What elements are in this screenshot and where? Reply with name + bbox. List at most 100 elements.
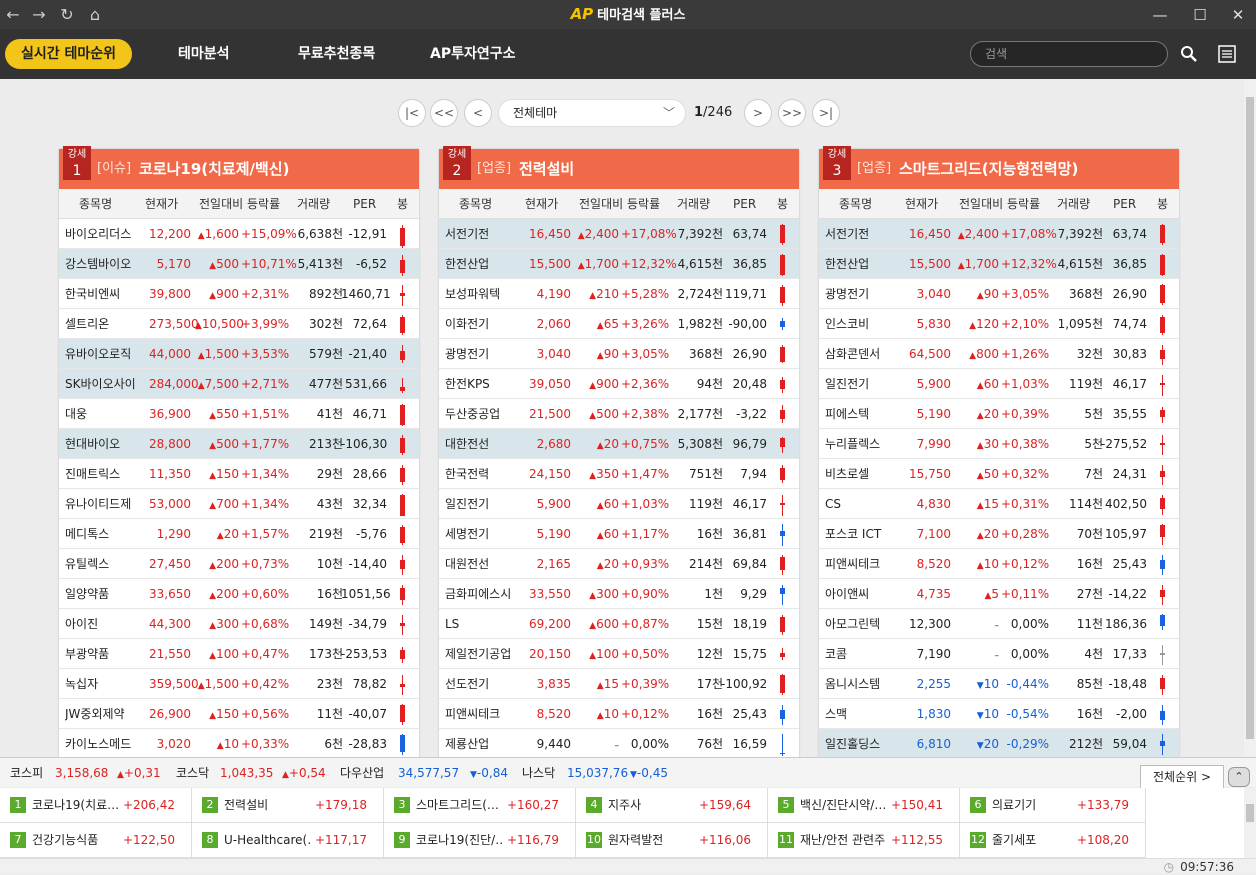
table-row[interactable]: 광명전기 3,040 ▲90 +3,05% 368천 26,90: [439, 339, 799, 369]
table-row[interactable]: 유바이오로직 44,000 ▲1,500 +3,53% 579천 -21,40: [59, 339, 419, 369]
rank-theme-name[interactable]: 줄기세포: [992, 823, 1080, 857]
table-row[interactable]: 피앤씨테크 8,520 ▲10 +0,12% 16천 25,43: [819, 549, 1179, 579]
table-row[interactable]: 비츠로셀 15,750 ▲50 +0,32% 7천 24,31: [819, 459, 1179, 489]
stock-name[interactable]: 한국전력: [445, 459, 531, 489]
menu-ap-research[interactable]: AP투자연구소: [430, 39, 516, 69]
menu-list-icon[interactable]: [1218, 45, 1236, 63]
table-row[interactable]: 누리플렉스 7,990 ▲30 +0,38% 5천 -275,52: [819, 429, 1179, 459]
rank-item[interactable]: 2 전력설비 +179,18: [192, 788, 384, 823]
rank-theme-name[interactable]: 원자력발전: [608, 823, 696, 857]
table-row[interactable]: 한국비엔씨 39,800 ▲900 +2,31% 892천 1460,71: [59, 279, 419, 309]
stock-name[interactable]: 서전기전: [825, 219, 911, 249]
stock-name[interactable]: 아이앤씨: [825, 579, 911, 609]
stock-name[interactable]: 대원전선: [445, 549, 531, 579]
minimize-icon[interactable]: —: [1140, 0, 1180, 29]
close-icon[interactable]: ✕: [1218, 0, 1256, 29]
stock-name[interactable]: 피앤씨테크: [825, 549, 911, 579]
table-row[interactable]: 제일전기공업 20,150 ▲100 +0,50% 12천 15,75: [439, 639, 799, 669]
stock-name[interactable]: 포스코 ICT: [825, 519, 911, 549]
stock-name[interactable]: 아이진: [65, 609, 151, 639]
rank-scrollbar[interactable]: [1244, 788, 1256, 858]
next-block-icon[interactable]: >>: [778, 99, 806, 127]
stock-name[interactable]: CS: [825, 489, 911, 519]
stock-name[interactable]: 인스코비: [825, 309, 911, 339]
prev-block-icon[interactable]: <<: [430, 99, 458, 127]
table-row[interactable]: 부광약품 21,550 ▲100 +0,47% 173천 -253,53: [59, 639, 419, 669]
first-page-icon[interactable]: |<: [398, 99, 426, 127]
stock-name[interactable]: 이화전기: [445, 309, 531, 339]
panel-header[interactable]: 강세 3 [업종] 스마트그리드(지능형전력망): [819, 146, 1179, 189]
stock-name[interactable]: 대한전선: [445, 429, 531, 459]
table-row[interactable]: 한전KPS 39,050 ▲900 +2,36% 94천 20,48: [439, 369, 799, 399]
stock-name[interactable]: 유틸렉스: [65, 549, 151, 579]
table-row[interactable]: 강스템바이오 5,170 ▲500 +10,71% 5,413천 -6,52: [59, 249, 419, 279]
table-row[interactable]: 삼화콘덴서 64,500 ▲800 +1,26% 32천 30,83: [819, 339, 1179, 369]
stock-name[interactable]: 금화피에스시: [445, 579, 531, 609]
stock-name[interactable]: SK바이오사이: [65, 369, 151, 399]
table-row[interactable]: 한전산업 15,500 ▲1,700 +12,32% 4,615천 36,85: [819, 249, 1179, 279]
table-row[interactable]: 바이오리더스 12,200 ▲1,600 +15,09% 6,638천 -12,91: [59, 219, 419, 249]
table-row[interactable]: 유틸렉스 27,450 ▲200 +0,73% 10천 -14,40: [59, 549, 419, 579]
rank-theme-name[interactable]: 건강기능식품: [32, 823, 120, 857]
table-row[interactable]: 카이노스메드 3,020 ▲10 +0,33% 6천 -28,83: [59, 729, 419, 757]
rank-item[interactable]: 6 의료기기 +133,79: [960, 788, 1146, 823]
rank-theme-name[interactable]: U-Healthcare(…: [224, 823, 312, 857]
prev-page-icon[interactable]: <: [464, 99, 492, 127]
table-row[interactable]: 서전기전 16,450 ▲2,400 +17,08% 7,392천 63,74: [439, 219, 799, 249]
stock-name[interactable]: 강스템바이오: [65, 249, 151, 279]
stock-name[interactable]: 녹십자: [65, 669, 151, 699]
rank-theme-name[interactable]: 스마트그리드(…: [416, 788, 504, 822]
maximize-icon[interactable]: ☐: [1180, 0, 1220, 29]
panel-theme-name[interactable]: 코로나19(치료제/백신): [139, 149, 289, 189]
rank-theme-name[interactable]: 지주사: [608, 788, 696, 822]
table-row[interactable]: 이화전기 2,060 ▲65 +3,26% 1,982천 -90,00: [439, 309, 799, 339]
stock-name[interactable]: 광명전기: [825, 279, 911, 309]
table-row[interactable]: 스맥 1,830 ▼10 -0,54% 16천 -2,00: [819, 699, 1179, 729]
scroll-thumb[interactable]: [1246, 97, 1254, 739]
table-row[interactable]: 녹십자 359,500 ▲1,500 +0,42% 23천 78,82: [59, 669, 419, 699]
rank-theme-name[interactable]: 코로나19(치료…: [32, 788, 120, 822]
collapse-chevron-icon[interactable]: ⌃: [1228, 767, 1250, 787]
stock-name[interactable]: 한전KPS: [445, 369, 531, 399]
stock-name[interactable]: 피앤씨테크: [445, 699, 531, 729]
rank-item[interactable]: 11 재난/안전 관련주 +112,55: [768, 823, 960, 858]
menu-free-picks[interactable]: 무료추천종목: [298, 39, 375, 69]
table-row[interactable]: 코콤 7,190 –0,00% 4천 17,33: [819, 639, 1179, 669]
table-row[interactable]: 서전기전 16,450 ▲2,400 +17,08% 7,392천 63,74: [819, 219, 1179, 249]
stock-name[interactable]: 일진전기: [445, 489, 531, 519]
theme-select[interactable]: 전체테마 ﹀: [498, 99, 686, 127]
rank-item[interactable]: 9 코로나19(진단/… +116,79: [384, 823, 576, 858]
table-row[interactable]: 일진전기 5,900 ▲60 +1,03% 119천 46,17: [819, 369, 1179, 399]
stock-name[interactable]: 선도전기: [445, 669, 531, 699]
stock-name[interactable]: 누리플렉스: [825, 429, 911, 459]
table-row[interactable]: CS 4,830 ▲15 +0,31% 114천 402,50: [819, 489, 1179, 519]
table-row[interactable]: 인스코비 5,830 ▲120 +2,10% 1,095천 74,74: [819, 309, 1179, 339]
theme-panel-3[interactable]: 강세 3 [업종] 스마트그리드(지능형전력망) 종목명 현재가 전일대비 등락률 거래량 PER…: [819, 146, 1179, 757]
table-row[interactable]: 메디톡스 1,290 ▲20 +1,57% 219천 -5,76: [59, 519, 419, 549]
stock-name[interactable]: 제일전기공업: [445, 639, 531, 669]
menu-realtime-rank[interactable]: 실시간 테마순위: [5, 39, 133, 69]
search-icon[interactable]: [1180, 45, 1198, 63]
stock-name[interactable]: 서전기전: [445, 219, 531, 249]
panel-header[interactable]: 강세 1 [이슈] 코로나19(치료제/백신): [59, 146, 419, 189]
table-row[interactable]: 일진홀딩스 6,810 ▼20 -0,29% 212천 59,04: [819, 729, 1179, 757]
table-row[interactable]: 보성파워텍 4,190 ▲210 +5,28% 2,724천 119,71: [439, 279, 799, 309]
stock-name[interactable]: 한전산업: [445, 249, 531, 279]
table-row[interactable]: 아이진 44,300 ▲300 +0,68% 149천 -34,79: [59, 609, 419, 639]
stock-name[interactable]: 카이노스메드: [65, 729, 151, 757]
table-row[interactable]: 피앤씨테크 8,520 ▲10 +0,12% 16천 25,43: [439, 699, 799, 729]
rank-theme-name[interactable]: 백신/진단시약/…: [800, 788, 888, 822]
table-row[interactable]: 옴니시스템 2,255 ▼10 -0,44% 85천 -18,48: [819, 669, 1179, 699]
table-row[interactable]: 포스코 ICT 7,100 ▲20 +0,28% 70천 105,97: [819, 519, 1179, 549]
rank-scroll-thumb[interactable]: [1246, 804, 1254, 822]
stock-name[interactable]: 코콤: [825, 639, 911, 669]
table-row[interactable]: 대웅 36,900 ▲550 +1,51% 41천 46,71: [59, 399, 419, 429]
table-row[interactable]: 유나이티드제 53,000 ▲700 +1,34% 43천 32,34: [59, 489, 419, 519]
table-row[interactable]: 광명전기 3,040 ▲90 +3,05% 368천 26,90: [819, 279, 1179, 309]
panel-theme-name[interactable]: 전력설비: [519, 149, 574, 189]
next-page-icon[interactable]: >: [744, 99, 772, 127]
stock-name[interactable]: 일진홀딩스: [825, 729, 911, 757]
stock-name[interactable]: 아모그린텍: [825, 609, 911, 639]
table-row[interactable]: 일진전기 5,900 ▲60 +1,03% 119천 46,17: [439, 489, 799, 519]
rank-item[interactable]: 10 원자력발전 +116,06: [576, 823, 768, 858]
